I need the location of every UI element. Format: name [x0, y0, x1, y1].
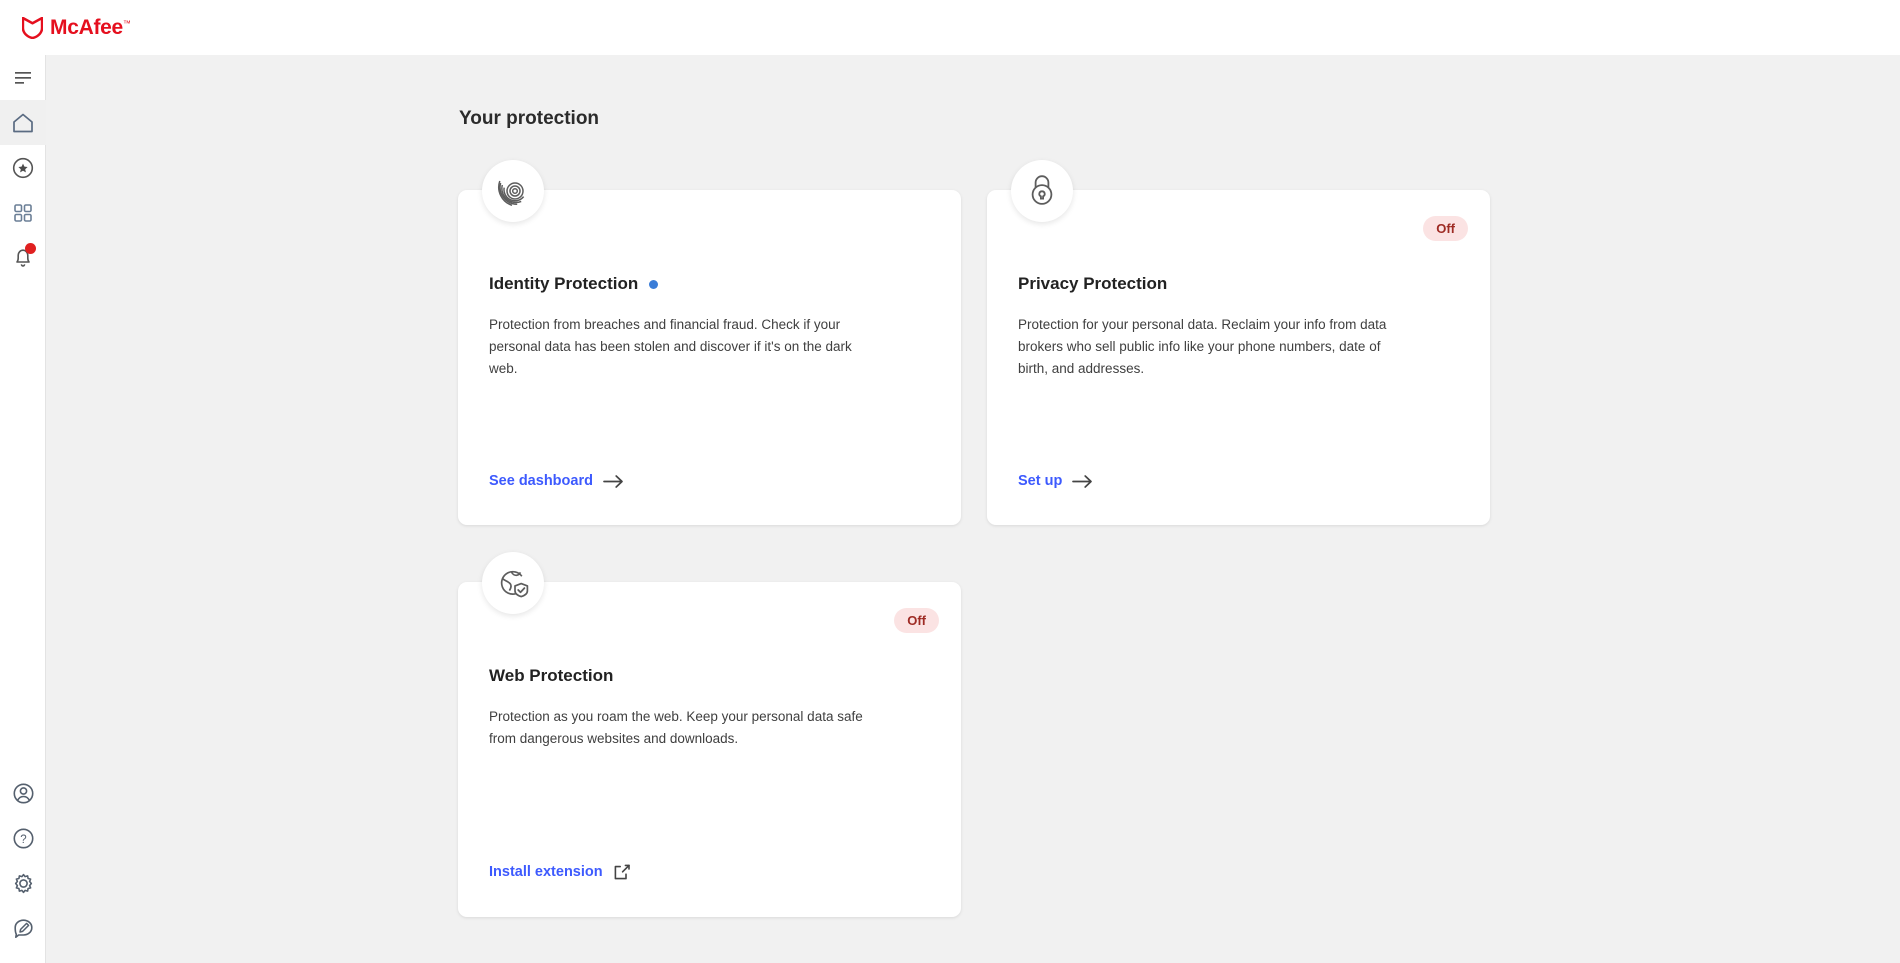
sidebar-item-notifications[interactable]	[0, 235, 46, 280]
sidebar-item-apps[interactable]	[0, 190, 46, 235]
mcafee-wordmark: McAfee™	[50, 17, 131, 38]
padlock-icon	[1024, 172, 1060, 210]
see-dashboard-link[interactable]: See dashboard	[489, 473, 625, 489]
card-web-protection[interactable]: Off Web Protection Protection as you roa…	[458, 582, 961, 917]
card-identity-protection[interactable]: Identity Protection Protection from brea…	[458, 190, 961, 525]
apps-grid-icon	[12, 202, 34, 224]
card-identity-title-row: Identity Protection	[489, 274, 658, 294]
mcafee-shield-icon	[22, 17, 43, 39]
sidebar-item-protection-score[interactable]	[0, 145, 46, 190]
globe-shield-icon	[494, 564, 532, 602]
card-title: Identity Protection	[489, 274, 638, 294]
card-privacy-protection[interactable]: Off Privacy Protection Protection for yo…	[987, 190, 1490, 525]
install-extension-link[interactable]: Install extension	[489, 863, 631, 881]
status-dot	[649, 280, 658, 289]
sidebar-item-settings[interactable]	[0, 861, 46, 906]
mcafee-logo[interactable]: McAfee™	[22, 17, 131, 39]
status-badge: Off	[1423, 216, 1468, 241]
svg-text:?: ?	[20, 834, 26, 846]
sidebar-top-group	[0, 55, 45, 280]
user-account-icon	[12, 782, 35, 805]
page-title: Your protection	[459, 108, 599, 130]
card-description: Protection from breaches and financial f…	[489, 314, 869, 380]
padlock-icon-wrap	[1011, 160, 1073, 222]
arrow-right-icon	[603, 474, 625, 489]
sidebar: ?	[0, 55, 46, 963]
card-title: Web Protection	[489, 666, 613, 686]
status-badge: Off	[894, 608, 939, 633]
sidebar-bottom-group: ?	[0, 771, 45, 963]
feedback-pencil-icon	[12, 917, 35, 940]
card-web-title-row: Web Protection	[489, 666, 613, 686]
gear-settings-icon	[12, 872, 35, 895]
hamburger-menu-icon	[13, 70, 33, 86]
sidebar-item-help[interactable]: ?	[0, 816, 46, 861]
globe-shield-icon-wrap	[482, 552, 544, 614]
arrow-right-icon	[1072, 474, 1094, 489]
card-link-label: Install extension	[489, 864, 603, 880]
card-privacy-title-row: Privacy Protection	[1018, 274, 1167, 294]
sidebar-item-feedback[interactable]	[0, 906, 46, 951]
card-title: Privacy Protection	[1018, 274, 1167, 294]
notification-badge	[25, 243, 36, 254]
external-link-icon	[613, 863, 631, 881]
fingerprint-icon-wrap	[482, 160, 544, 222]
card-link-label: Set up	[1018, 473, 1062, 489]
sidebar-item-menu-toggle[interactable]	[0, 55, 46, 100]
top-bar: McAfee™	[0, 0, 1900, 55]
card-link-label: See dashboard	[489, 473, 593, 489]
sidebar-item-account[interactable]	[0, 771, 46, 816]
card-description: Protection for your personal data. Recla…	[1018, 314, 1398, 380]
set-up-link[interactable]: Set up	[1018, 473, 1094, 489]
star-circle-icon	[11, 156, 35, 180]
main-content: Your protection Identity Protection Prot…	[46, 55, 1900, 963]
home-icon	[11, 112, 35, 134]
card-description: Protection as you roam the web. Keep you…	[489, 706, 869, 750]
help-question-icon: ?	[12, 827, 35, 850]
sidebar-item-home[interactable]	[0, 100, 46, 145]
fingerprint-icon	[494, 172, 532, 210]
